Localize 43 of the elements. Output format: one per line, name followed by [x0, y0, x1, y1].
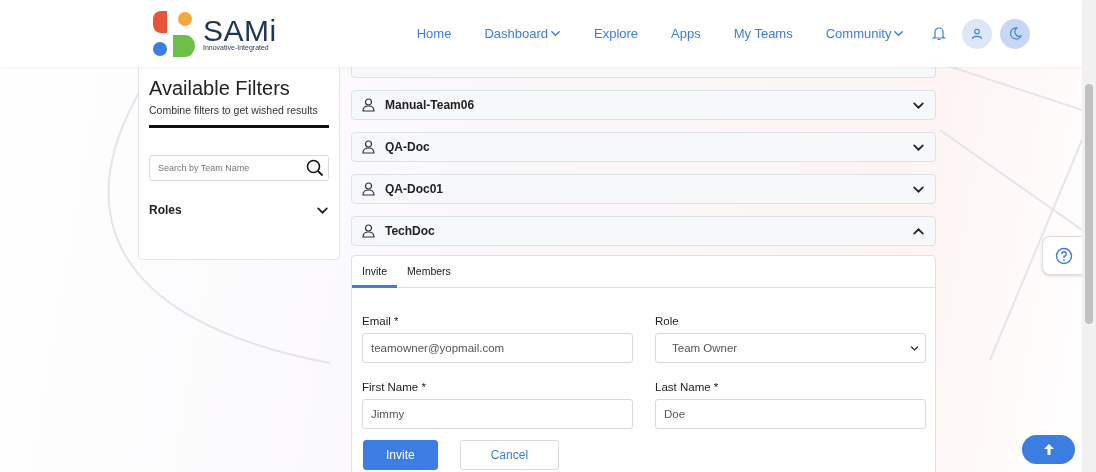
invite-button[interactable]: Invite: [363, 440, 438, 470]
moon-icon[interactable]: [1000, 18, 1031, 49]
nav-link[interactable]: Dashboard: [484, 26, 561, 41]
field-label: First Name *: [362, 381, 427, 393]
search-icon: [306, 159, 324, 177]
nav-link[interactable]: My Teams: [733, 26, 793, 41]
input-field[interactable]: Doe: [655, 399, 926, 429]
nav-link[interactable]: Apps: [671, 26, 701, 41]
person-icon: [362, 140, 375, 154]
team-accordion-header[interactable]: Manual-Team06: [351, 90, 936, 120]
nav-link[interactable]: Home: [416, 26, 452, 41]
tab[interactable]: Invite: [352, 256, 398, 288]
scroll-top-button[interactable]: [1022, 435, 1075, 464]
scrollbar[interactable]: [1082, 0, 1096, 472]
person-icon: [362, 98, 375, 112]
logo-title: SAMi: [203, 16, 277, 45]
input-field[interactable]: teamowner@yopmail.com: [362, 333, 633, 363]
arrow-up-icon: [1043, 444, 1054, 455]
team-accordion-header[interactable]: QA-Doc01: [351, 174, 936, 204]
chevron-down-icon: [893, 28, 905, 39]
tab[interactable]: Members: [397, 256, 461, 288]
search-field[interactable]: Search by Team Name: [149, 155, 329, 181]
field-label: Last Name *: [655, 381, 720, 393]
role-select[interactable]: Team Owner: [655, 333, 926, 363]
help-button[interactable]: [1042, 236, 1084, 275]
input-field[interactable]: Jimmy: [362, 399, 633, 429]
cancel-button[interactable]: Cancel: [459, 440, 560, 470]
chevron-down-icon: [550, 28, 561, 39]
person-icon: [362, 182, 375, 196]
user-icon[interactable]: [962, 18, 993, 49]
person-icon: [362, 224, 375, 238]
nav-link[interactable]: Community: [825, 26, 905, 41]
filter-section-header[interactable]: Roles: [149, 203, 329, 217]
filters-title: Available Filters: [149, 77, 291, 100]
field-label: Email *: [362, 315, 400, 327]
field-label: Role: [655, 315, 680, 327]
team-accordion-header[interactable]: QA-Doc: [351, 132, 936, 162]
filters-subtitle: Combine filters to get wished results: [149, 104, 319, 116]
chevron-down-icon: [910, 343, 919, 353]
team-accordion-header[interactable]: TechDoc: [351, 216, 936, 246]
help-icon: [1054, 246, 1073, 265]
logo-icon: [153, 10, 195, 57]
nav-link[interactable]: Explore: [594, 26, 639, 41]
